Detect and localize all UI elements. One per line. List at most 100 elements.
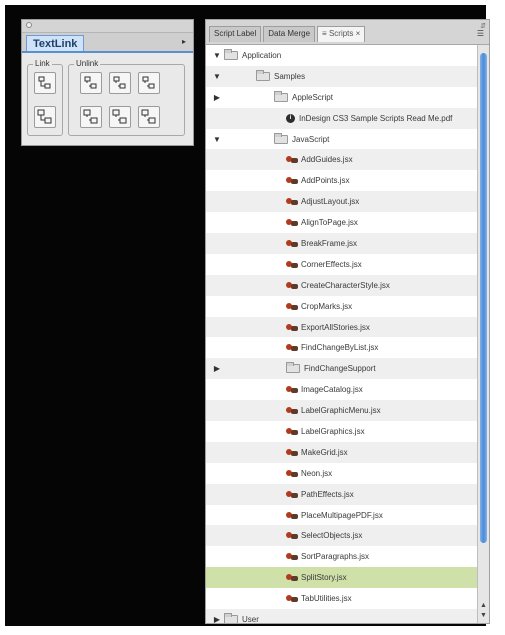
link-frames-button[interactable] bbox=[34, 72, 56, 94]
tree-file-row[interactable]: SelectObjects.jsx bbox=[206, 525, 479, 547]
tree-item-label: AddPoints.jsx bbox=[301, 176, 350, 186]
tab-data-merge[interactable]: Data Merge bbox=[263, 26, 316, 42]
tree-item-label: SortParagraphs.jsx bbox=[301, 552, 370, 562]
scrollbar-thumb[interactable] bbox=[480, 53, 487, 543]
scroll-down-arrow-icon[interactable]: ▼ bbox=[478, 611, 489, 621]
tree-file-row[interactable]: FindChangeByList.jsx bbox=[206, 337, 479, 358]
scroll-up-arrow-icon[interactable]: ▲ bbox=[478, 601, 489, 611]
tree-file-row[interactable]: i InDesign CS3 Sample Scripts Read Me.pdf bbox=[206, 107, 479, 129]
panel-menu-icon[interactable]: ▸ bbox=[179, 37, 189, 47]
tab-scripts[interactable]: ≡ Scripts × bbox=[317, 26, 366, 42]
tree-item-label: CornerEffects.jsx bbox=[301, 259, 362, 269]
tree-file-row[interactable]: MakeGrid.jsx bbox=[206, 441, 479, 463]
tree-folder-row[interactable]: ▶ User bbox=[206, 609, 479, 624]
tree-item-label: Samples bbox=[274, 71, 306, 81]
link-frames-icon bbox=[38, 76, 51, 89]
script-file-icon bbox=[286, 197, 298, 206]
tree-item: AdjustLayout.jsx bbox=[286, 197, 359, 206]
tree-file-row[interactable]: CropMarks.jsx bbox=[206, 296, 479, 317]
tree-file-row[interactable]: SortParagraphs.jsx bbox=[206, 546, 479, 567]
disclosure-closed-icon[interactable]: ▶ bbox=[212, 93, 222, 102]
tree-item-label: PathEffects.jsx bbox=[301, 489, 354, 499]
tree-item: ImageCatalog.jsx bbox=[286, 385, 363, 394]
tree-file-row[interactable]: AddPoints.jsx bbox=[206, 170, 479, 191]
tree-item: JavaScript bbox=[274, 132, 330, 144]
disclosure-closed-icon[interactable]: ▶ bbox=[212, 615, 222, 623]
tree-item: TabUtilities.jsx bbox=[286, 594, 352, 603]
tree-item-label: SplitStory.jsx bbox=[301, 573, 347, 583]
tree-folder-row[interactable]: ▶ FindChangeSupport bbox=[206, 358, 479, 380]
tree-file-row[interactable]: ImageCatalog.jsx bbox=[206, 379, 479, 400]
tree-folder-row[interactable]: ▶ AppleScript bbox=[206, 87, 479, 108]
panel-titlebar[interactable] bbox=[22, 20, 193, 33]
tree-item: Neon.jsx bbox=[286, 469, 332, 478]
tree-file-row[interactable]: SplitStory.jsx bbox=[206, 567, 479, 589]
unlink-button-2[interactable] bbox=[109, 72, 131, 94]
tree-item: LabelGraphicMenu.jsx bbox=[286, 406, 381, 415]
unlink-button-5[interactable] bbox=[109, 106, 131, 128]
tree-item: Application bbox=[224, 48, 282, 60]
panel-menu-icon[interactable]: ☰ bbox=[477, 29, 484, 38]
vertical-scrollbar[interactable]: ▲ ▼ bbox=[477, 45, 489, 623]
tree-item: LabelGraphics.jsx bbox=[286, 427, 365, 436]
tree-folder-row[interactable]: ▼ Samples bbox=[206, 65, 479, 87]
tree-item: PlaceMultipagePDF.jsx bbox=[286, 511, 383, 520]
tree-item-label: InDesign CS3 Sample Scripts Read Me.pdf bbox=[299, 113, 453, 123]
tree-file-row[interactable]: BreakFrame.jsx bbox=[206, 233, 479, 254]
tree-item: CropMarks.jsx bbox=[286, 302, 352, 311]
tab-script-label[interactable]: Script Label bbox=[209, 26, 262, 42]
folder-icon bbox=[224, 48, 238, 60]
tree-folder-row[interactable]: ▼ Application bbox=[206, 45, 479, 66]
tree-item: AddGuides.jsx bbox=[286, 155, 353, 164]
tree-file-row[interactable]: AddGuides.jsx bbox=[206, 149, 479, 171]
tree-file-row[interactable]: ExportAllStories.jsx bbox=[206, 316, 479, 338]
tree-item: i InDesign CS3 Sample Scripts Read Me.pdf bbox=[286, 113, 453, 123]
tree-file-row[interactable]: Neon.jsx bbox=[206, 463, 479, 484]
tree-item-label: CreateCharacterStyle.jsx bbox=[301, 280, 390, 290]
tree-file-row[interactable]: CreateCharacterStyle.jsx bbox=[206, 274, 479, 296]
tree-file-row[interactable]: CornerEffects.jsx bbox=[206, 254, 479, 275]
tree-item: SelectObjects.jsx bbox=[286, 531, 362, 540]
scripts-panel-header: ⇵ Script Label Data Merge ≡ Scripts × ☰ bbox=[206, 20, 489, 45]
disclosure-open-icon[interactable]: ▼ bbox=[212, 135, 222, 144]
panel-tabs: Script Label Data Merge ≡ Scripts × bbox=[209, 26, 367, 42]
tree-item-label: Application bbox=[242, 50, 282, 60]
tree-item-label: PlaceMultipagePDF.jsx bbox=[301, 510, 383, 520]
tree-item: AddPoints.jsx bbox=[286, 176, 349, 185]
disclosure-open-icon[interactable]: ▼ bbox=[212, 51, 222, 60]
script-file-icon bbox=[286, 385, 298, 394]
tree-item: SplitStory.jsx bbox=[286, 573, 347, 582]
disclosure-closed-icon[interactable]: ▶ bbox=[212, 364, 222, 373]
tree-file-row[interactable]: AdjustLayout.jsx bbox=[206, 191, 479, 213]
tree-item: CornerEffects.jsx bbox=[286, 260, 362, 269]
close-icon[interactable] bbox=[26, 22, 32, 28]
tree-item: AppleScript bbox=[274, 90, 333, 102]
tree-folder-row[interactable]: ▼ JavaScript bbox=[206, 129, 479, 150]
unlink-button-1[interactable] bbox=[80, 72, 102, 94]
script-file-icon bbox=[286, 406, 298, 415]
unlink-button-6[interactable] bbox=[138, 106, 160, 128]
tree-file-row[interactable]: LabelGraphics.jsx bbox=[206, 421, 479, 442]
tree-item-label: ExportAllStories.jsx bbox=[301, 322, 370, 332]
tree-file-row[interactable]: PathEffects.jsx bbox=[206, 483, 479, 505]
tree-item-label: AppleScript bbox=[292, 92, 333, 102]
unlink-button-4[interactable] bbox=[80, 106, 102, 128]
tree-file-row[interactable]: TabUtilities.jsx bbox=[206, 588, 479, 609]
tree-item-label: JavaScript bbox=[292, 134, 330, 144]
link-frames-all-button[interactable] bbox=[34, 106, 56, 128]
link-group-label: Link bbox=[33, 59, 52, 69]
disclosure-open-icon[interactable]: ▼ bbox=[212, 72, 222, 81]
tree-item: Samples bbox=[256, 69, 306, 81]
tree-item-label: User bbox=[242, 614, 259, 624]
tree-file-row[interactable]: LabelGraphicMenu.jsx bbox=[206, 400, 479, 422]
tree-item: FindChangeSupport bbox=[286, 362, 376, 374]
unlink-group-label: Unlink bbox=[74, 59, 101, 69]
tree-item: FindChangeByList.jsx bbox=[286, 343, 378, 352]
script-file-icon bbox=[286, 323, 298, 332]
tree-file-row[interactable]: AlignToPage.jsx bbox=[206, 212, 479, 233]
unlink-button-3[interactable] bbox=[138, 72, 160, 94]
tab-textlink[interactable]: TextLink bbox=[26, 35, 85, 51]
tree-item-label: CropMarks.jsx bbox=[301, 301, 353, 311]
tree-file-row[interactable]: PlaceMultipagePDF.jsx bbox=[206, 505, 479, 526]
script-file-icon bbox=[286, 281, 298, 290]
